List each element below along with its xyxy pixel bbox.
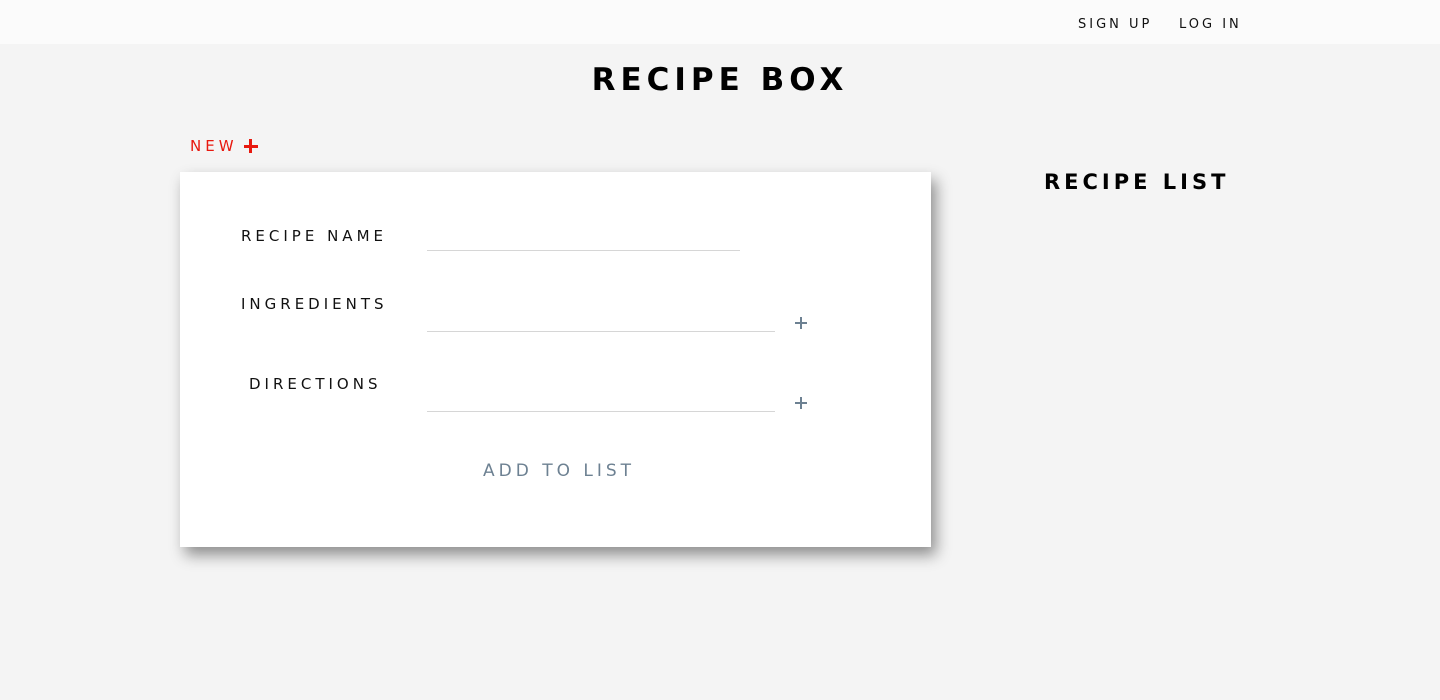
plus-icon bbox=[243, 139, 258, 153]
page-title: RECIPE BOX bbox=[591, 62, 849, 98]
ingredients-label: INGREDIENTS bbox=[241, 295, 388, 313]
sign-up-link[interactable]: SIGN UP bbox=[1078, 17, 1152, 33]
new-recipe-label: NEW bbox=[190, 137, 238, 155]
add-ingredient-plus-icon[interactable] bbox=[795, 317, 807, 329]
directions-input[interactable] bbox=[427, 387, 775, 412]
new-recipe-toggle[interactable]: NEW bbox=[190, 136, 258, 156]
new-recipe-form: RECIPE NAME INGREDIENTS DIRECTIONS ADD T… bbox=[180, 172, 931, 547]
recipe-name-label: RECIPE NAME bbox=[241, 227, 387, 245]
recipe-name-input[interactable] bbox=[427, 226, 740, 251]
add-direction-plus-icon[interactable] bbox=[795, 397, 807, 409]
directions-label: DIRECTIONS bbox=[249, 375, 382, 393]
add-to-list-button[interactable]: ADD TO LIST bbox=[483, 460, 635, 482]
log-in-link[interactable]: LOG IN bbox=[1179, 17, 1242, 33]
ingredients-input[interactable] bbox=[427, 307, 775, 332]
top-navigation-bar: SIGN UP LOG IN bbox=[0, 0, 1440, 44]
recipe-list-title: RECIPE LIST bbox=[1044, 170, 1230, 194]
